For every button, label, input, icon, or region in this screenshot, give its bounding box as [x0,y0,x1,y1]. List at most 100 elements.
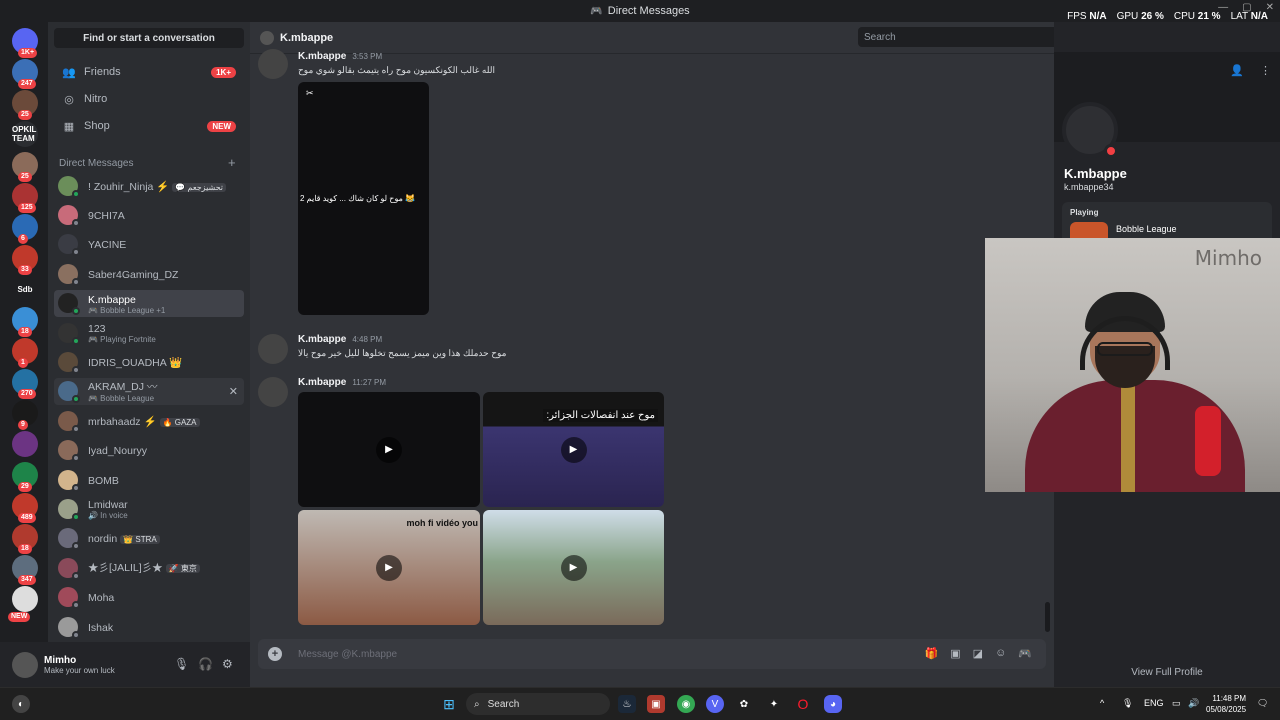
server-icon[interactable]: 18 [12,524,38,554]
server-icon[interactable]: 29 [12,462,38,492]
dm-item[interactable]: IDRIS_OUADHA 👑 [54,348,244,375]
server-icon[interactable]: 6 [12,214,38,244]
sticker-icon[interactable]: ◪ [973,647,983,660]
dm-item[interactable]: mrbahaadz ⚡ 🔥 GAZA [54,407,244,434]
add-friend-icon[interactable]: 👤 [1230,64,1244,77]
app-icon-2[interactable]: ✦ [765,695,783,713]
fps-readout: FPS N/A [1067,11,1107,22]
server-badge: 29 [18,482,32,492]
server-badge: NEW [8,612,31,622]
message-avatar[interactable] [258,49,288,79]
tray-mic-icon[interactable]: 🎙 [1122,698,1133,709]
apps-icon[interactable]: 🎮 [1018,647,1032,660]
opera-icon[interactable]: O [794,695,812,713]
dm-item[interactable]: 9CHI7A [54,201,244,228]
discord-taskbar-icon[interactable]: ◕ [824,695,842,713]
server-icon[interactable]: 33 [12,245,38,275]
dm-name: ! Zouhir_Ninja ⚡ [88,180,170,193]
v-app-icon[interactable]: V [706,695,724,713]
server-icon[interactable] [12,431,38,457]
server-icon[interactable]: 9 [12,400,38,430]
webcam-microphone [1195,406,1221,476]
dm-item[interactable]: Moha [54,584,244,611]
volume-icon[interactable]: 🔊 [1188,698,1199,709]
dm-avatar [58,293,80,316]
dm-item[interactable]: nordin 👑 STRA [54,525,244,552]
dm-item[interactable]: ★彡[JALIL]彡★ 🚀 東京 [54,554,244,581]
video-attachment[interactable]: موح لو كان شاك ... كويد قايم 2 😹 ✂ [298,82,429,315]
taskbar-search-label: Search [487,698,520,710]
app-icon[interactable]: ▣ [647,695,665,713]
message-input[interactable]: Message @K.mbappe [298,649,397,660]
taskbar-search[interactable]: ⌕ Search [466,693,610,715]
video-attachment[interactable]: moh fi vidéo you ▶ [298,510,480,625]
nav-label: Friends [84,66,121,78]
chrome-icon[interactable]: ◉ [677,695,695,713]
server-icon[interactable]: 18 [12,307,38,337]
dm-item[interactable]: AKRAM_DJ 〰 🎮 Bobble League ✕ [54,377,244,405]
play-icon[interactable]: ▶ [560,436,587,463]
nav-nitro[interactable]: ◎ Nitro [54,87,244,111]
view-full-profile-link[interactable]: View Full Profile [1054,667,1280,678]
video-attachment[interactable]: ▶ [483,510,664,625]
server-icon[interactable]: 25 [12,152,38,182]
find-conversation-button[interactable]: Find or start a conversation [54,28,244,48]
notification-icon[interactable]: 🗨 [1257,698,1268,709]
create-dm-button[interactable]: + [228,155,236,170]
play-icon[interactable]: ▶ [376,436,402,463]
message-composer[interactable]: + Message @K.mbappe 🎁 ▣ ◪ ☺ 🎮 [258,639,1046,669]
server-icon[interactable]: 347 [12,555,38,585]
play-icon[interactable]: ▶ [376,554,402,581]
server-icon[interactable]: 1 [12,338,38,368]
server-badge: 33 [18,265,32,275]
play-icon[interactable]: ▶ [560,554,587,581]
taskbar-clock[interactable]: 11:48 PM 05/08/2025 [1206,693,1246,715]
dm-item[interactable]: ! Zouhir_Ninja ⚡ 💬 تحشيزجعم [54,172,244,199]
server-icon[interactable]: 270 [12,369,38,399]
attach-plus-icon[interactable]: + [268,647,282,661]
dm-activity: 🎮 Bobble League [88,394,155,404]
tray-expand-icon[interactable]: ^ [1100,698,1104,708]
network-icon[interactable]: ▭ [1172,698,1181,709]
server-icon[interactable]: 489 [12,493,38,523]
message-avatar[interactable] [258,334,288,364]
video-attachment[interactable]: ▶ [298,392,480,507]
gif-icon[interactable]: ▣ [950,647,960,660]
server-icon[interactable]: 1K+ [12,28,38,58]
microphone-icon[interactable]: 🎙 [174,657,189,671]
nav-shop[interactable]: ▦ Shop NEW [54,114,244,138]
steam-icon[interactable]: ♨ [618,695,636,713]
widgets-icon[interactable]: ◐ [12,695,30,713]
dm-item[interactable]: 123 🎮 Playing Fortnite [54,319,244,346]
dm-item[interactable]: Saber4Gaming_DZ [54,260,244,287]
dm-item[interactable]: Iyad_Nouryy [54,437,244,464]
chatgpt-icon[interactable]: ✿ [735,695,753,713]
dm-activity: 🎮 Playing Fortnite [88,335,156,344]
windows-start-icon[interactable]: ⊞ [440,695,458,713]
video-attachment[interactable]: موح عند انفصالات الجزائر: ▶ [483,392,664,507]
dm-item[interactable]: BOMB [54,466,244,493]
language-indicator[interactable]: ENG [1144,698,1164,708]
emoji-icon[interactable]: ☺ [995,647,1006,660]
close-dm-icon[interactable]: ✕ [229,385,238,398]
headphones-icon[interactable]: 🎧 [198,657,213,671]
more-options-icon[interactable]: ⋮ [1260,64,1271,77]
dm-item[interactable]: YACINE [54,231,244,258]
profile-avatar[interactable] [1062,102,1118,158]
dm-item[interactable]: Lmidwar 🔊 In voice [54,495,244,522]
gear-icon[interactable]: ⚙ [222,657,233,671]
user-avatar[interactable] [12,651,38,678]
chat-scrollbar[interactable] [1045,602,1050,632]
server-icon[interactable]: 247 [12,59,38,89]
gift-icon[interactable]: 🎁 [925,647,939,660]
dm-item[interactable]: K.mbappe 🎮 Bobble League +1 [54,289,244,317]
dm-item[interactable]: Ishak [54,613,244,640]
message-avatar[interactable] [258,377,288,407]
nav-friends[interactable]: 👥 Friends 1K+ [54,60,244,84]
server-icon[interactable]: 25 [12,90,38,120]
server-icon[interactable]: 125 [12,183,38,213]
server-icon[interactable]: Sdb [12,276,38,302]
shop-new-badge: NEW [207,120,236,132]
server-icon[interactable]: NEW [8,586,38,622]
server-icon[interactable]: OPKIL TEAM [12,121,38,147]
